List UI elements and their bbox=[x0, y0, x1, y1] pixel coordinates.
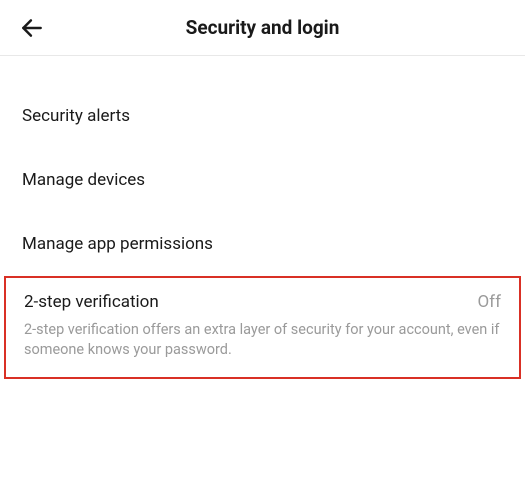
item-security-alerts[interactable]: Security alerts bbox=[0, 84, 525, 148]
item-label: Security alerts bbox=[22, 106, 130, 126]
item-label: 2-step verification bbox=[24, 292, 159, 312]
arrow-left-icon bbox=[19, 15, 45, 41]
item-manage-devices[interactable]: Manage devices bbox=[0, 148, 525, 212]
header: Security and login bbox=[0, 0, 525, 56]
two-step-status: Off bbox=[477, 292, 501, 312]
page-title: Security and login bbox=[0, 16, 525, 39]
back-button[interactable] bbox=[16, 12, 48, 44]
item-manage-permissions[interactable]: Manage app permissions bbox=[0, 212, 525, 276]
two-step-description: 2-step verification offers an extra laye… bbox=[24, 320, 501, 359]
item-label: Manage devices bbox=[22, 170, 145, 190]
settings-list: Security alerts Manage devices Manage ap… bbox=[0, 56, 525, 379]
item-label: Manage app permissions bbox=[22, 234, 213, 254]
item-two-step-verification[interactable]: 2-step verification Off 2-step verificat… bbox=[4, 276, 521, 379]
